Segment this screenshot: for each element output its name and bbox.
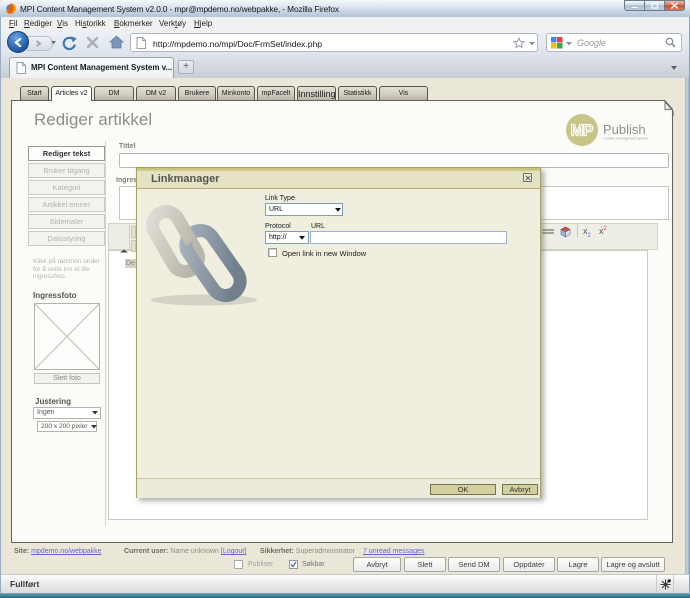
svg-text:Content management system: Content management system [604, 137, 648, 141]
svg-text:Publish: Publish [603, 122, 646, 137]
svg-text:MP: MP [571, 123, 594, 140]
